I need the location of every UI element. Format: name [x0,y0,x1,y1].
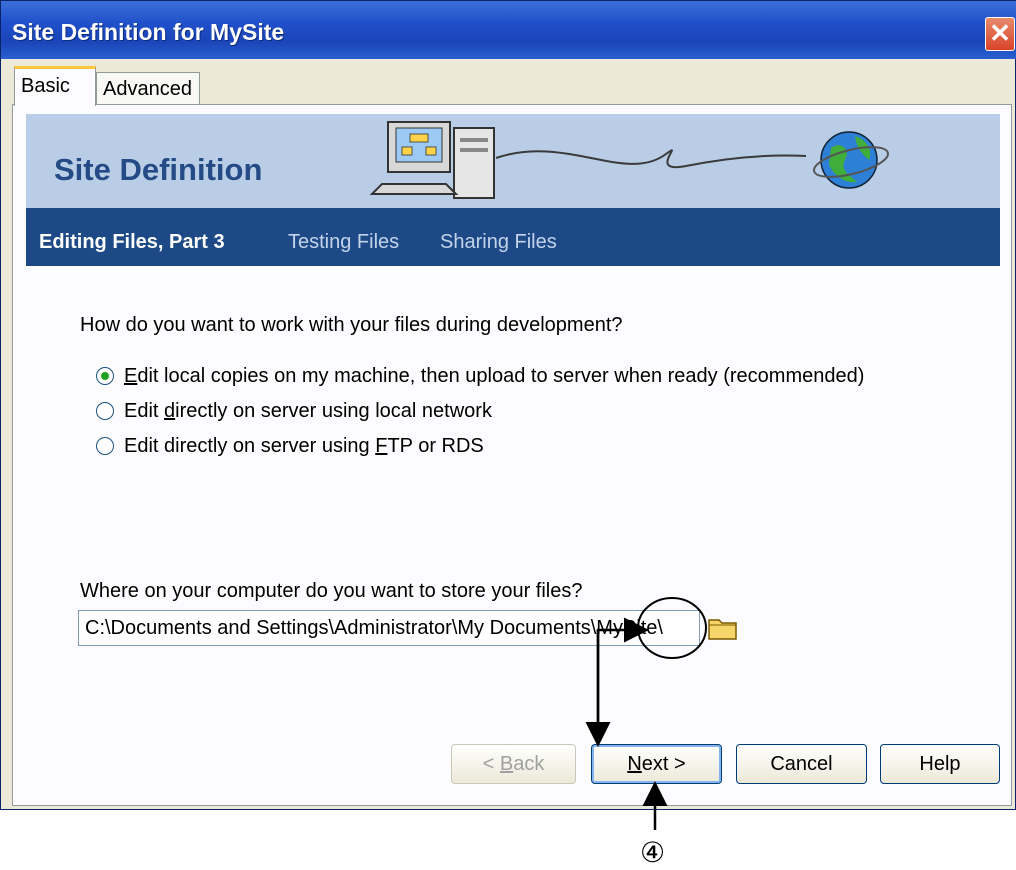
highlight-circle [637,597,707,659]
tab-basic[interactable]: Basic [14,66,96,106]
callout-arrow-to-path [596,617,649,742]
annotation-overlay [585,597,707,830]
step-marker: ④ [640,837,666,868]
